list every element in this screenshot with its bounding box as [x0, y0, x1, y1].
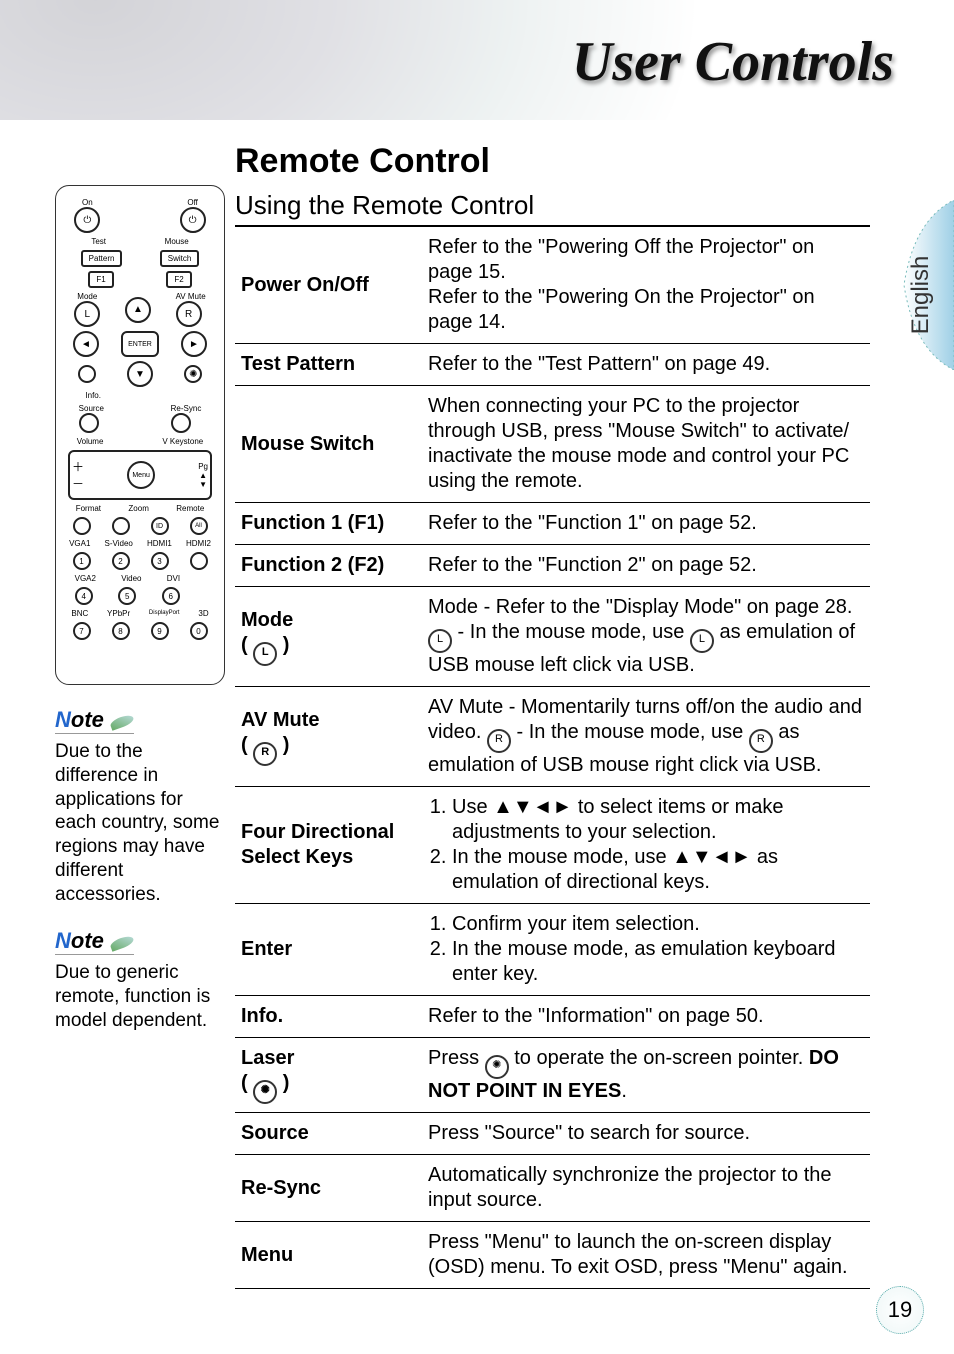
- row-key: Function 1 (F1): [241, 512, 384, 534]
- row-value: Press ✺ to operate the on-screen pointer…: [422, 1038, 870, 1113]
- table-row: Power On/Off Refer to the "Powering Off t…: [235, 227, 870, 344]
- row-key: Menu: [241, 1244, 293, 1266]
- table-row: Function 1 (F1) Refer to the "Function 1"…: [235, 503, 870, 545]
- row-key: Mouse Switch: [241, 433, 374, 455]
- row-value: Press "Menu" to launch the on-screen dis…: [422, 1222, 870, 1289]
- table-row: Four Directional Select Keys Use ▲▼◄► to …: [235, 787, 870, 904]
- circle-icon: L: [428, 629, 452, 653]
- row-key: Test Pattern: [241, 353, 355, 375]
- page-number: 19: [876, 1286, 924, 1334]
- row-value: Press "Source" to search for source.: [422, 1113, 870, 1155]
- row-key: Function 2 (F2): [241, 554, 384, 576]
- row-key: Re-Sync: [241, 1177, 321, 1199]
- table-row: AV Mute( R )AV Mute - Momentarily turns …: [235, 687, 870, 787]
- row-value: Refer to the "Function 1" on page 52.: [422, 503, 870, 545]
- table-heading: Using the Remote Control: [235, 190, 870, 227]
- circle-icon: R: [487, 729, 511, 753]
- circle-icon: R: [749, 729, 773, 753]
- row-value: Use ▲▼◄► to select items or make adjustm…: [422, 787, 870, 904]
- table-row: Re-Sync Automatically synchronize the pro…: [235, 1155, 870, 1222]
- row-key: Four Directional Select Keys: [241, 821, 394, 868]
- circle-icon: R: [253, 742, 277, 766]
- note-body-2: Due to generic remote, function is model…: [55, 961, 225, 1032]
- function-table: Power On/Off Refer to the "Powering Off t…: [235, 227, 870, 1289]
- language-tab: English: [894, 200, 954, 370]
- table-row: Test Pattern Refer to the "Test Pattern" …: [235, 344, 870, 386]
- table-row: Mode( L )Mode - Refer to the "Display Mo…: [235, 587, 870, 687]
- table-row: Info. Refer to the "Information" on page …: [235, 996, 870, 1038]
- row-value: Refer to the "Function 2" on page 52.: [422, 545, 870, 587]
- row-value: Refer to the "Information" on page 50.: [422, 996, 870, 1038]
- row-key: Mode: [241, 609, 293, 631]
- row-value: When connecting your PC to the projector…: [422, 386, 870, 503]
- table-row: Enter Confirm your item selection.In the …: [235, 904, 870, 996]
- table-row: Source Press "Source" to search for sourc…: [235, 1113, 870, 1155]
- table-row: Function 2 (F2) Refer to the "Function 2"…: [235, 545, 870, 587]
- note-header-1: Note: [55, 707, 134, 734]
- circle-icon: L: [253, 642, 277, 666]
- circle-icon: L: [690, 629, 714, 653]
- row-key: Info.: [241, 1005, 283, 1027]
- row-value: Automatically synchronize the projector …: [422, 1155, 870, 1222]
- row-key: Power On/Off: [241, 274, 369, 296]
- row-key: Laser: [241, 1047, 294, 1069]
- row-value: Refer to the "Powering Off the Projector…: [422, 227, 870, 344]
- row-value: AV Mute - Momentarily turns off/on the a…: [422, 687, 870, 787]
- row-value: Refer to the "Test Pattern" on page 49.: [422, 344, 870, 386]
- circle-icon: ✺: [485, 1055, 509, 1079]
- remote-diagram: On⏻Off⏻ TestMouse PatternSwitch F1F2 Mod…: [55, 185, 225, 685]
- note-body-1: Due to the difference in applications fo…: [55, 740, 225, 906]
- table-row: Mouse Switch When connecting your PC to t…: [235, 386, 870, 503]
- row-key: AV Mute: [241, 709, 320, 731]
- row-key: Source: [241, 1122, 309, 1144]
- row-key: Enter: [241, 938, 292, 960]
- svg-text:English: English: [907, 256, 934, 335]
- section-title: Remote Control: [235, 142, 490, 181]
- row-value: Confirm your item selection.In the mouse…: [422, 904, 870, 996]
- chapter-title: User Controls: [572, 30, 894, 94]
- circle-icon: ✺: [253, 1080, 277, 1104]
- table-row: Menu Press "Menu" to launch the on-screen…: [235, 1222, 870, 1289]
- note-header-2: Note: [55, 928, 134, 955]
- table-row: Laser( ✺ )Press ✺ to operate the on-scre…: [235, 1038, 870, 1113]
- row-value: Mode - Refer to the "Display Mode" on pa…: [422, 587, 870, 687]
